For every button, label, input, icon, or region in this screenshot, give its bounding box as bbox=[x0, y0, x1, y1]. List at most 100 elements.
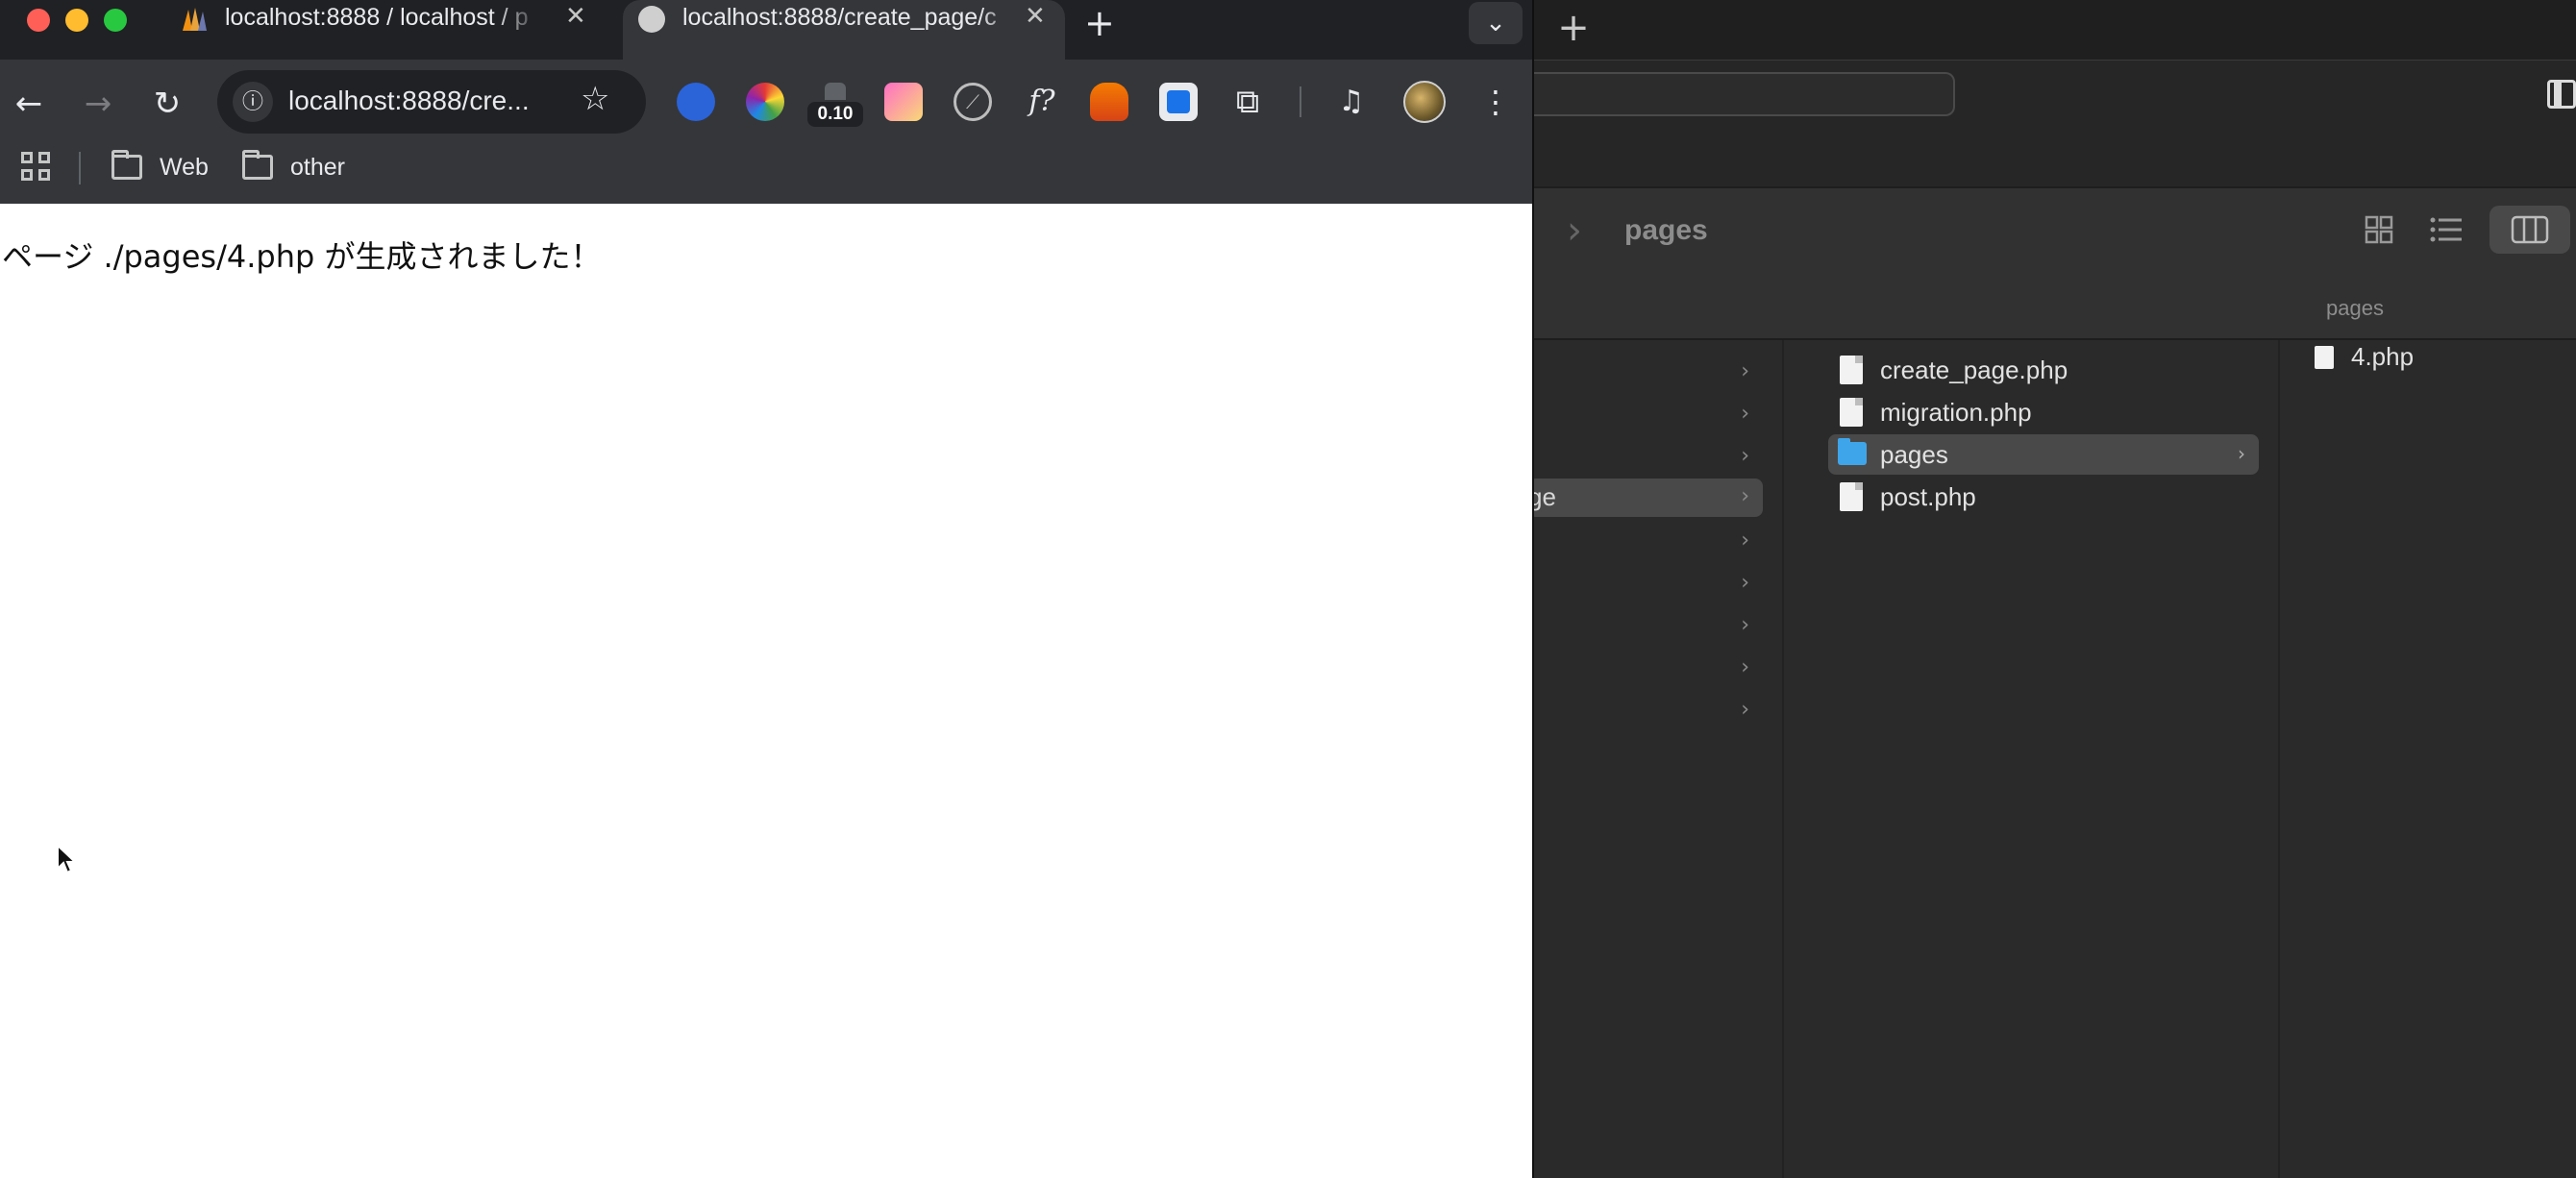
file-row-post[interactable]: post.php bbox=[1828, 477, 2259, 517]
list-item[interactable]: › bbox=[1528, 523, 1763, 561]
site-info-icon[interactable]: ⓘ bbox=[233, 82, 273, 122]
chevron-right-icon[interactable]: › bbox=[1567, 211, 1605, 250]
column-divider bbox=[2278, 340, 2280, 1178]
close-window-button[interactable] bbox=[27, 9, 50, 32]
list-item[interactable]: › bbox=[1528, 692, 1763, 730]
php-file-icon bbox=[2315, 346, 2334, 369]
chevron-right-icon: › bbox=[1741, 613, 1749, 637]
grid-view-icon bbox=[2365, 215, 2393, 244]
chevron-right-icon: › bbox=[1741, 698, 1749, 722]
reload-icon[interactable]: ↻ bbox=[146, 83, 188, 125]
folder-icon bbox=[1838, 438, 1867, 465]
list-item[interactable]: › bbox=[1528, 565, 1763, 603]
finder-window-title: pages bbox=[1624, 214, 1708, 246]
tab-search-button[interactable]: ⌄ bbox=[1469, 2, 1523, 44]
list-item-selected[interactable]: ge › bbox=[1528, 479, 1763, 517]
finder-toolbar-top bbox=[1528, 60, 2576, 186]
browser-toolbar: ← → ↻ ⓘ localhost:8888/cre... ☆ 0.10 ⟋ f… bbox=[0, 60, 1532, 204]
list-item[interactable]: › bbox=[1528, 354, 1763, 392]
bookmark-star-icon[interactable]: ☆ bbox=[581, 80, 609, 118]
php-file-icon bbox=[1840, 482, 1863, 511]
folder-icon bbox=[242, 150, 273, 180]
extension-glyph bbox=[1167, 90, 1190, 113]
back-arrow-icon[interactable]: ← bbox=[8, 83, 50, 125]
phpmyadmin-favicon-icon bbox=[183, 8, 207, 31]
lighthouse-extension-icon[interactable] bbox=[1090, 83, 1128, 121]
icon-view-button[interactable] bbox=[2355, 206, 2403, 254]
browser-window: localhost:8888 / localhost / p ✕ localho… bbox=[0, 0, 1534, 1178]
tab-title: localhost:8888 / localhost / p bbox=[225, 4, 529, 31]
close-tab-icon[interactable]: ✕ bbox=[565, 2, 586, 31]
minimize-window-button[interactable] bbox=[65, 9, 88, 32]
address-bar[interactable]: ⓘ localhost:8888/cre... ☆ bbox=[217, 70, 646, 134]
extension-badge: 0.10 bbox=[807, 102, 863, 127]
divider bbox=[1300, 86, 1301, 117]
new-tab-button[interactable]: + bbox=[1084, 2, 1115, 44]
extension-with-badge-icon[interactable]: 0.10 bbox=[807, 83, 863, 127]
list-item[interactable]: › bbox=[1528, 438, 1763, 477]
folder-name: pages bbox=[1880, 440, 1948, 469]
status-message: ページ ./pages/4.php が生成されました！ bbox=[2, 238, 602, 275]
font-extension-icon[interactable]: f? bbox=[1023, 83, 1061, 121]
bookmark-label: other bbox=[290, 153, 345, 181]
puzzle-extensions-icon[interactable]: ⧉ bbox=[1228, 83, 1267, 121]
list-item[interactable]: › bbox=[1528, 607, 1763, 646]
chevron-right-icon: › bbox=[2238, 442, 2245, 465]
file-name: migration.php bbox=[1880, 398, 2032, 427]
extension-glyph bbox=[825, 83, 846, 100]
chevron-right-icon: › bbox=[1741, 402, 1749, 426]
close-tab-icon[interactable]: ✕ bbox=[1025, 2, 1046, 31]
apps-grid-icon bbox=[21, 152, 52, 183]
bookmark-folder-web[interactable]: Web bbox=[111, 148, 209, 186]
list-view-icon bbox=[2430, 217, 2462, 242]
column-view-icon bbox=[2511, 215, 2549, 244]
column-divider bbox=[1782, 340, 1784, 1178]
forward-arrow-icon[interactable]: → bbox=[77, 83, 119, 125]
more-menu-icon[interactable]: ⋮ bbox=[1480, 81, 1511, 123]
column-view-button[interactable] bbox=[2489, 206, 2570, 254]
page-content: ページ ./pages/4.php が生成されました！ bbox=[0, 204, 1532, 1178]
file-row-migration[interactable]: migration.php bbox=[1828, 392, 2259, 432]
gradient-extension-icon[interactable] bbox=[884, 83, 923, 121]
site-favicon-icon bbox=[638, 6, 665, 33]
media-control-icon[interactable]: ♫ bbox=[1332, 83, 1371, 121]
tab-phpmyadmin[interactable]: localhost:8888 / localhost / p ✕ bbox=[179, 0, 602, 38]
file-row-4php[interactable]: 4.php bbox=[2315, 340, 2507, 371]
finder-search-field[interactable] bbox=[1528, 72, 1955, 116]
extension-icon[interactable] bbox=[677, 83, 715, 121]
path-bar-label: pages bbox=[2326, 296, 2384, 320]
finder-window: + › pages pages › › › ge › › › › › › cre… bbox=[1528, 0, 2576, 1178]
compass-extension-icon[interactable]: ⟋ bbox=[954, 83, 992, 121]
chevron-right-icon: › bbox=[1741, 571, 1749, 595]
chevron-right-icon: › bbox=[1741, 655, 1749, 679]
list-item[interactable]: › bbox=[1528, 650, 1763, 688]
chevron-right-icon: › bbox=[1741, 359, 1749, 383]
finder-column-browser: › › › ge › › › › › › create_page.php mig… bbox=[1528, 338, 2576, 1178]
color-picker-extension-icon[interactable] bbox=[746, 83, 784, 121]
finder-toolbar: › pages pages bbox=[1528, 188, 2576, 338]
profile-avatar[interactable] bbox=[1403, 81, 1446, 123]
tab-title: localhost:8888/create_page/c bbox=[682, 4, 997, 31]
file-row-create-page[interactable]: create_page.php bbox=[1828, 350, 2259, 390]
tab-strip: localhost:8888 / localhost / p ✕ localho… bbox=[0, 0, 1532, 60]
folder-icon bbox=[111, 150, 142, 180]
finder-new-tab-button[interactable]: + bbox=[1549, 4, 1598, 52]
apps-shortcut[interactable] bbox=[21, 148, 52, 186]
file-name: post.php bbox=[1880, 482, 1976, 511]
divider bbox=[79, 152, 81, 184]
tab-create-page[interactable]: localhost:8888/create_page/c ✕ bbox=[638, 0, 1061, 38]
extension-icon[interactable] bbox=[1159, 83, 1198, 121]
list-view-button[interactable] bbox=[2422, 206, 2470, 254]
folder-row-pages[interactable]: pages › bbox=[1828, 434, 2259, 475]
php-file-icon bbox=[1840, 356, 1863, 384]
maximize-window-button[interactable] bbox=[104, 9, 127, 32]
list-item[interactable]: › bbox=[1528, 396, 1763, 434]
sidebar-toggle-icon[interactable] bbox=[2547, 80, 2576, 109]
bookmark-label: Web bbox=[160, 153, 209, 181]
bookmark-folder-other[interactable]: other bbox=[242, 148, 345, 186]
chevron-right-icon: › bbox=[1741, 484, 1749, 508]
chevron-right-icon: › bbox=[1741, 528, 1749, 552]
address-text[interactable]: localhost:8888/cre... bbox=[288, 86, 530, 116]
php-file-icon bbox=[1840, 398, 1863, 427]
chevron-right-icon: › bbox=[1741, 444, 1749, 468]
